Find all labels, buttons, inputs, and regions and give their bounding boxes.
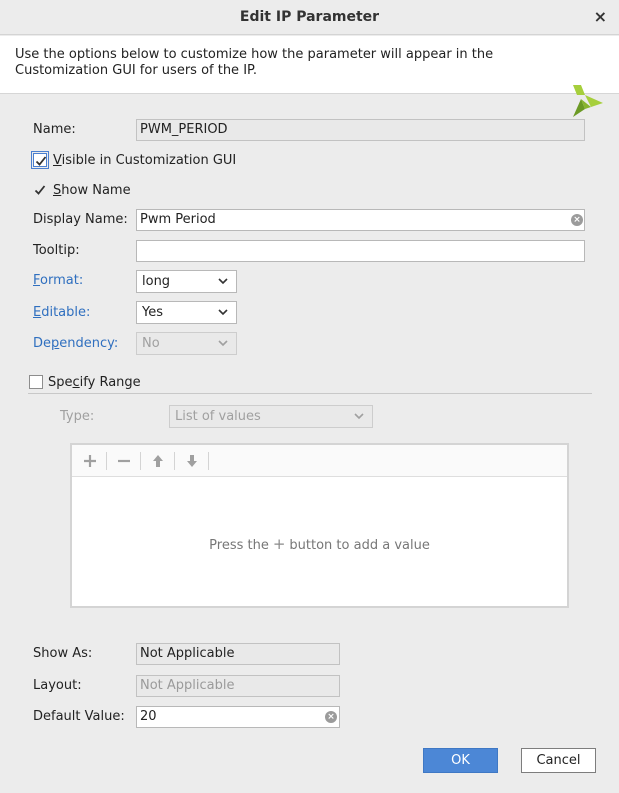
move-up-icon[interactable] xyxy=(149,452,167,470)
dependency-select: No xyxy=(136,332,237,355)
editable-label: Editable: xyxy=(33,305,91,320)
chevron-down-icon xyxy=(218,278,228,285)
move-down-icon[interactable] xyxy=(183,452,201,470)
tooltip-input[interactable] xyxy=(136,240,585,262)
layout-field: Not Applicable xyxy=(136,675,340,697)
specify-range-label[interactable]: Specify Range xyxy=(48,375,141,390)
layout-label: Layout: xyxy=(33,678,82,693)
title-bar: Edit IP Parameter × xyxy=(0,0,619,35)
clear-default-value-icon[interactable]: × xyxy=(325,711,337,723)
tooltip-label: Tooltip: xyxy=(33,243,80,258)
show-name-label[interactable]: Show Name xyxy=(53,183,131,198)
chevron-down-icon xyxy=(218,309,228,316)
specify-range-checkbox[interactable] xyxy=(29,375,43,389)
checkmark-icon xyxy=(34,185,46,195)
display-name-input[interactable]: Pwm Period xyxy=(136,209,585,231)
toolbar-separator xyxy=(106,452,107,470)
format-select[interactable]: long xyxy=(136,270,237,293)
visible-checkbox[interactable] xyxy=(31,151,49,169)
name-label: Name: xyxy=(33,122,76,137)
name-field: PWM_PERIOD xyxy=(136,119,585,141)
remove-value-icon[interactable] xyxy=(115,452,133,470)
default-value-label: Default Value: xyxy=(33,709,125,724)
plus-icon: + xyxy=(272,535,286,553)
range-divider xyxy=(28,393,592,394)
values-list-panel: Press the + button to add a value xyxy=(70,443,569,608)
chevron-down-icon xyxy=(354,413,364,420)
empty-list-message: Press the + button to add a value xyxy=(209,535,430,553)
visible-label[interactable]: Visible in Customization GUI xyxy=(53,153,236,168)
toolbar-separator xyxy=(140,452,141,470)
add-value-icon[interactable] xyxy=(81,452,99,470)
editable-select[interactable]: Yes xyxy=(136,301,237,324)
toolbar-separator xyxy=(208,452,209,470)
default-value-input[interactable]: 20 xyxy=(136,706,340,728)
values-toolbar xyxy=(72,445,567,477)
show-as-label: Show As: xyxy=(33,646,93,661)
banner-text: Use the options below to customize how t… xyxy=(15,47,494,78)
type-select: List of values xyxy=(169,405,373,428)
vivado-logo-icon xyxy=(573,85,603,117)
show-as-field: Not Applicable xyxy=(136,643,340,665)
format-label: Format: xyxy=(33,273,84,288)
chevron-down-icon xyxy=(218,340,228,347)
display-name-label: Display Name: xyxy=(33,212,128,227)
cancel-button[interactable]: Cancel xyxy=(521,748,596,773)
checkmark-icon xyxy=(35,156,47,166)
clear-display-name-icon[interactable]: × xyxy=(571,214,583,226)
dependency-label: Dependency: xyxy=(33,336,119,351)
show-name-checkbox[interactable] xyxy=(33,183,47,197)
toolbar-separator xyxy=(174,452,175,470)
close-icon[interactable]: × xyxy=(594,7,607,26)
info-banner: Use the options below to customize how t… xyxy=(0,36,619,117)
ok-button[interactable]: OK xyxy=(423,748,498,773)
dialog-title: Edit IP Parameter xyxy=(239,9,380,25)
type-label: Type: xyxy=(60,409,95,424)
